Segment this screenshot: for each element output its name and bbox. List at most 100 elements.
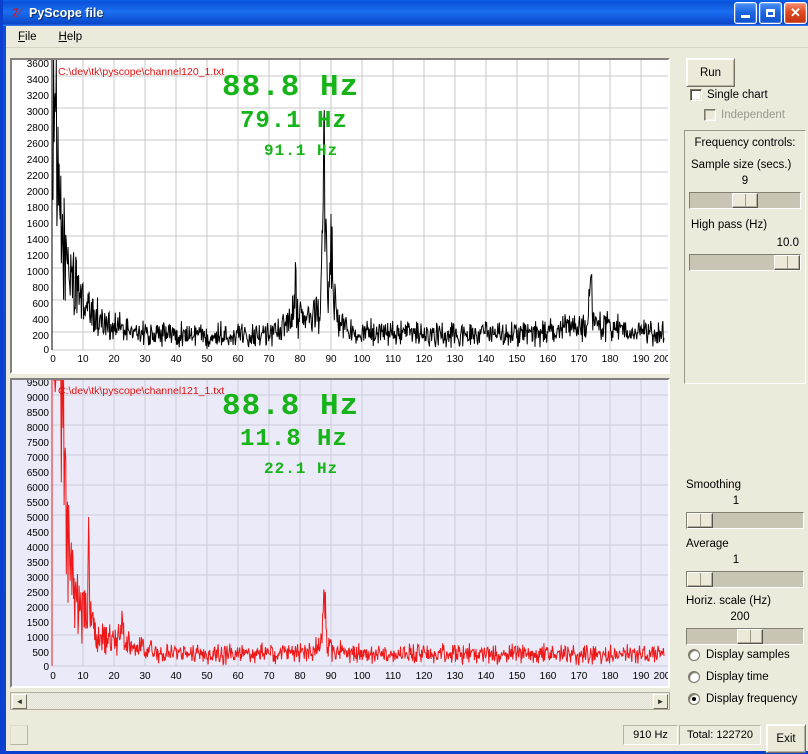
svg-text:800: 800	[32, 283, 49, 294]
svg-text:1200: 1200	[27, 251, 50, 262]
radio-display-time[interactable]: Display time	[688, 671, 769, 683]
svg-text:170: 170	[571, 671, 588, 682]
svg-text:2500: 2500	[27, 588, 50, 599]
average-value: 1	[676, 554, 796, 566]
scrollbar-track[interactable]	[28, 693, 652, 709]
svg-text:110: 110	[385, 671, 401, 682]
svg-text:20: 20	[108, 671, 120, 682]
chart-freq-tertiary-bottom: 22.1 Hz	[264, 460, 338, 478]
high-pass-slider-thumb[interactable]	[774, 255, 800, 270]
app-icon: 7⁄	[7, 5, 25, 21]
svg-text:0: 0	[43, 662, 49, 673]
svg-text:150: 150	[509, 671, 526, 682]
horiz-scale-slider-thumb[interactable]	[737, 629, 763, 644]
radio-display-samples[interactable]: Display samples	[688, 649, 790, 661]
svg-text:4000: 4000	[27, 543, 50, 554]
status-total-samples: Total: 122720	[679, 725, 761, 745]
chart-freq-primary-top: 88.8 Hz	[222, 70, 359, 105]
scroll-left-arrow-icon[interactable]: ◄	[12, 694, 27, 709]
svg-text:20: 20	[108, 354, 120, 365]
svg-text:140: 140	[478, 354, 495, 365]
smoothing-slider-thumb[interactable]	[687, 513, 713, 528]
chart-freq-secondary-bottom: 11.8 Hz	[240, 426, 348, 453]
svg-text:1800: 1800	[27, 203, 50, 214]
horizontal-scrollbar[interactable]: ◄ ►	[10, 692, 670, 710]
sample-size-slider-thumb[interactable]	[732, 193, 758, 208]
frequency-controls-label: Frequency controls:	[685, 137, 805, 149]
svg-text:160: 160	[540, 354, 557, 365]
scroll-right-arrow-icon[interactable]: ►	[653, 694, 668, 709]
minimize-button[interactable]	[734, 2, 757, 24]
menu-bar: File Help	[6, 26, 808, 48]
svg-text:120: 120	[416, 354, 433, 365]
high-pass-slider[interactable]	[689, 254, 801, 271]
svg-text:3000: 3000	[27, 107, 50, 118]
chart-panel-channel-120[interactable]: 3600 3400 3200 3000 2800 2600 2400 2200 …	[10, 58, 670, 374]
svg-text:3500: 3500	[27, 558, 50, 569]
client-area: 3600 3400 3200 3000 2800 2600 2400 2200 …	[6, 48, 808, 751]
svg-text:2800: 2800	[27, 123, 50, 134]
single-chart-label: Single chart	[707, 89, 768, 101]
chart-filepath-top: C:\dev\tk\pyscope\channel120_1.txt	[58, 66, 224, 78]
charts-area: 3600 3400 3200 3000 2800 2600 2400 2200 …	[10, 58, 670, 688]
sample-size-slider[interactable]	[689, 192, 801, 209]
sample-size-label: Sample size (secs.)	[691, 159, 791, 171]
svg-text:10: 10	[77, 354, 89, 365]
svg-text:5500: 5500	[27, 498, 50, 509]
svg-text:1500: 1500	[27, 618, 50, 629]
svg-text:80: 80	[294, 671, 306, 682]
svg-text:60: 60	[232, 671, 244, 682]
svg-text:2000: 2000	[27, 603, 50, 614]
average-slider[interactable]	[686, 571, 804, 588]
svg-text:40: 40	[170, 671, 182, 682]
maximize-button[interactable]	[759, 2, 782, 24]
radio-icon-display-frequency[interactable]	[688, 693, 700, 705]
radio-icon-display-samples[interactable]	[688, 649, 700, 661]
smoothing-slider[interactable]	[686, 512, 804, 529]
svg-text:8500: 8500	[27, 408, 50, 419]
close-button[interactable]: ✕	[784, 2, 807, 24]
svg-text:100: 100	[354, 354, 371, 365]
svg-text:6500: 6500	[27, 468, 50, 479]
chart-freq-secondary-top: 79.1 Hz	[240, 108, 348, 135]
svg-text:30: 30	[139, 671, 151, 682]
radio-icon-display-time[interactable]	[688, 671, 700, 683]
minimize-icon	[741, 15, 750, 18]
smoothing-label: Smoothing	[686, 479, 741, 491]
svg-text:140: 140	[478, 671, 495, 682]
svg-text:500: 500	[32, 648, 49, 659]
svg-text:9000: 9000	[27, 393, 50, 404]
chart-freq-tertiary-top: 91.1 Hz	[264, 142, 338, 160]
horiz-scale-slider[interactable]	[686, 628, 804, 645]
status-bar: 910 Hz Total: 122720 Exit	[6, 719, 808, 751]
chart-filepath-bottom: C:\dev\tk\pyscope\channel121_1.txt	[58, 385, 224, 397]
svg-text:2600: 2600	[27, 139, 50, 150]
svg-text:3600: 3600	[27, 60, 50, 70]
radio-display-frequency[interactable]: Display frequency	[688, 693, 797, 705]
svg-text:100: 100	[354, 671, 371, 682]
svg-text:200: 200	[654, 354, 668, 365]
svg-text:0: 0	[43, 345, 49, 356]
svg-text:180: 180	[602, 354, 619, 365]
menu-item-file[interactable]: File	[16, 29, 47, 45]
svg-text:3000: 3000	[27, 573, 50, 584]
status-grip	[10, 725, 28, 745]
single-chart-checkbox[interactable]: Single chart	[690, 89, 768, 101]
exit-button[interactable]: Exit	[766, 724, 806, 753]
independent-label: Independent	[721, 109, 785, 121]
svg-text:1600: 1600	[27, 219, 50, 230]
run-button[interactable]: Run	[686, 58, 735, 87]
average-slider-thumb[interactable]	[687, 572, 713, 587]
control-panel: Run Single chart Independent Frequency c…	[676, 54, 806, 744]
svg-text:40: 40	[170, 354, 182, 365]
svg-text:70: 70	[263, 354, 275, 365]
maximize-icon	[766, 9, 775, 17]
svg-text:9500: 9500	[27, 380, 50, 389]
checkbox-icon-single-chart[interactable]	[690, 89, 702, 101]
svg-text:200: 200	[32, 331, 49, 342]
display-frequency-label: Display frequency	[706, 693, 797, 705]
chart-panel-channel-121[interactable]: 9500 9000 8500 8000 7500 7000 6500 6000 …	[10, 378, 670, 688]
menu-item-help[interactable]: Help	[57, 29, 93, 45]
svg-text:3200: 3200	[27, 91, 50, 102]
checkbox-icon-independent	[704, 109, 716, 121]
